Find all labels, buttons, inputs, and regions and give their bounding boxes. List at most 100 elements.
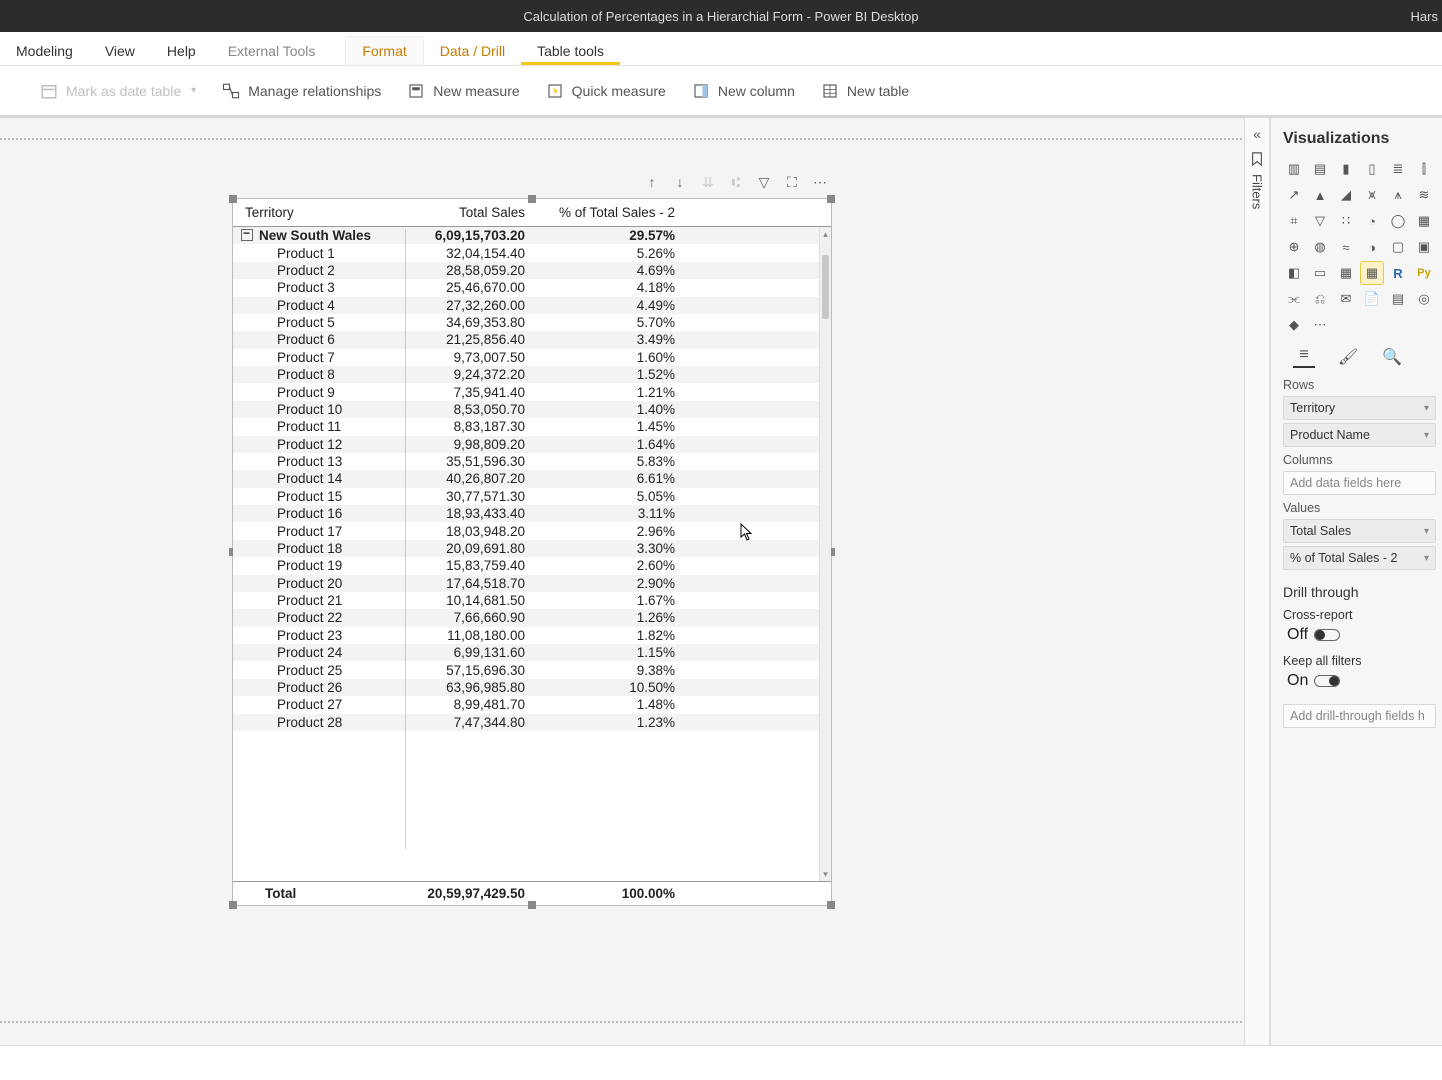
quick-measure-button[interactable]: Quick measure xyxy=(546,82,666,100)
table-row[interactable]: Product 1335,51,596.305.83% xyxy=(233,453,831,470)
treemap-icon[interactable]: ▦ xyxy=(1413,210,1435,232)
donut-icon[interactable]: ◯ xyxy=(1387,210,1409,232)
new-table-button[interactable]: New table xyxy=(821,82,909,100)
tab-help[interactable]: Help xyxy=(151,43,212,65)
pie-icon[interactable]: ◔ xyxy=(1361,210,1383,232)
table-row[interactable]: Product 1618,93,433.403.11% xyxy=(233,505,831,522)
area-icon[interactable]: ▲ xyxy=(1309,184,1331,206)
table-row[interactable]: Product 621,25,856.403.49% xyxy=(233,331,831,348)
matrix-group-row[interactable]: New South Wales 6,09,15,703.20 29.57% xyxy=(233,227,831,244)
table-row[interactable]: Product 227,66,660.901.26% xyxy=(233,609,831,626)
card-icon[interactable]: ▢ xyxy=(1387,236,1409,258)
tab-format[interactable]: Format xyxy=(345,36,423,65)
slicer-icon[interactable]: ▭ xyxy=(1309,262,1331,284)
powerapps-icon[interactable]: ◆ xyxy=(1283,314,1305,336)
filter-icon[interactable]: ▽ xyxy=(755,173,773,191)
table-row[interactable]: Product 129,98,809.201.64% xyxy=(233,436,831,453)
vertical-scrollbar[interactable]: ▴ ▾ xyxy=(819,227,831,881)
scroll-down-arrow[interactable]: ▾ xyxy=(820,867,831,881)
table-row[interactable]: Product 2110,14,681.501.67% xyxy=(233,592,831,609)
matrix-body[interactable]: New South Wales 6,09,15,703.20 29.57% Pr… xyxy=(233,227,831,881)
new-column-button[interactable]: New column xyxy=(692,82,795,100)
table-row[interactable]: Product 534,69,353.805.70% xyxy=(233,314,831,331)
qa-icon[interactable]: ✉ xyxy=(1335,288,1357,310)
waterfall-icon[interactable]: ⌗ xyxy=(1283,210,1305,232)
rows-field-product[interactable]: Product Name▾ xyxy=(1283,423,1436,447)
funnel-icon[interactable]: ▽ xyxy=(1309,210,1331,232)
stacked-area-icon[interactable]: ◢ xyxy=(1335,184,1357,206)
manage-relationships-button[interactable]: Manage relationships xyxy=(222,82,381,100)
tab-external-tools[interactable]: External Tools xyxy=(212,43,332,65)
focus-mode-icon[interactable]: ⛶ xyxy=(783,173,801,191)
ribbon-chart-icon[interactable]: ≋ xyxy=(1413,184,1435,206)
table-row[interactable]: Product 278,99,481.701.48% xyxy=(233,696,831,713)
line-icon[interactable]: ↗ xyxy=(1283,184,1305,206)
table-row[interactable]: Product 132,04,154.405.26% xyxy=(233,244,831,261)
table-row[interactable]: Product 2311,08,180.001.82% xyxy=(233,627,831,644)
scroll-thumb[interactable] xyxy=(822,255,829,319)
tab-view[interactable]: View xyxy=(89,43,151,65)
values-field-pct[interactable]: % of Total Sales - 2▾ xyxy=(1283,546,1436,570)
drill-down-icon[interactable]: ↓ xyxy=(671,173,689,191)
scroll-up-arrow[interactable]: ▴ xyxy=(820,227,831,241)
table-row[interactable]: Product 97,35,941.401.21% xyxy=(233,383,831,400)
header-territory[interactable]: Territory xyxy=(241,205,405,220)
table-row[interactable]: Product 2663,96,985.8010.50% xyxy=(233,679,831,696)
decomposition-icon[interactable]: ⎌ xyxy=(1309,288,1331,310)
header-pct[interactable]: % of Total Sales - 2 xyxy=(535,205,685,220)
table-row[interactable]: Product 1915,83,759.402.60% xyxy=(233,557,831,574)
filters-pane-collapsed[interactable]: « Filters xyxy=(1244,118,1270,1045)
collapse-icon[interactable] xyxy=(241,229,253,241)
kpi-icon[interactable]: ◧ xyxy=(1283,262,1305,284)
format-tab-icon[interactable]: 🖌 xyxy=(1337,346,1359,368)
drill-through-drop-zone[interactable]: Add drill-through fields h xyxy=(1283,704,1436,728)
header-total-sales[interactable]: Total Sales xyxy=(405,205,535,220)
table-row[interactable]: Product 118,83,187.301.45% xyxy=(233,418,831,435)
table-row[interactable]: Product 427,32,260.004.49% xyxy=(233,297,831,314)
paginated-icon[interactable]: ▤ xyxy=(1387,288,1409,310)
table-row[interactable]: Product 89,24,372.201.52% xyxy=(233,366,831,383)
table-row[interactable]: Product 1820,09,691.803.30% xyxy=(233,540,831,557)
table-row[interactable]: Product 325,46,670.004.18% xyxy=(233,279,831,296)
r-visual-icon[interactable]: R xyxy=(1387,262,1409,284)
clustered-column-icon[interactable]: ▯ xyxy=(1361,158,1383,180)
drill-up-icon[interactable]: ↑ xyxy=(643,173,661,191)
columns-drop-zone[interactable]: Add data fields here xyxy=(1283,471,1436,495)
matrix-visual[interactable]: ↑ ↓ ⇊ ⑆ ▽ ⛶ ⋯ Territory Total Sales % of… xyxy=(232,198,832,906)
stacked-column-icon[interactable]: ▮ xyxy=(1335,158,1357,180)
tab-data-drill[interactable]: Data / Drill xyxy=(424,43,521,65)
narrative-icon[interactable]: 📄 xyxy=(1361,288,1383,310)
new-measure-button[interactable]: New measure xyxy=(407,82,519,100)
cross-report-toggle[interactable]: Off xyxy=(1287,626,1340,644)
rows-field-territory[interactable]: Territory▾ xyxy=(1283,396,1436,420)
gauge-icon[interactable]: ◑ xyxy=(1361,236,1383,258)
fields-tab-icon[interactable]: ≡ xyxy=(1293,346,1315,368)
line-column-icon[interactable]: ⩙ xyxy=(1361,184,1383,206)
stacked-col100-icon[interactable]: ⫿ xyxy=(1413,158,1435,180)
analytics-tab-icon[interactable]: 🔍 xyxy=(1381,346,1403,368)
table-row[interactable]: Product 2557,15,696.309.38% xyxy=(233,661,831,678)
tab-modeling[interactable]: Modeling xyxy=(0,43,89,65)
table-row[interactable]: Product 2017,64,518.702.90% xyxy=(233,575,831,592)
get-more-icon[interactable]: ⋯ xyxy=(1309,314,1331,336)
stacked-bar-icon[interactable]: ▥ xyxy=(1283,158,1305,180)
python-visual-icon[interactable]: Py xyxy=(1413,262,1435,284)
stacked-bar100-icon[interactable]: ≣ xyxy=(1387,158,1409,180)
line-clustered-icon[interactable]: ⩚ xyxy=(1387,184,1409,206)
more-options-icon[interactable]: ⋯ xyxy=(811,173,829,191)
matrix-visual-icon[interactable]: ▦ xyxy=(1361,262,1383,284)
table-row[interactable]: Product 1530,77,571.305.05% xyxy=(233,488,831,505)
filled-map-icon[interactable]: ◍ xyxy=(1309,236,1331,258)
table-row[interactable]: Product 108,53,050.701.40% xyxy=(233,401,831,418)
expand-filters-icon[interactable]: « xyxy=(1253,126,1261,142)
multi-card-icon[interactable]: ▣ xyxy=(1413,236,1435,258)
values-field-total-sales[interactable]: Total Sales▾ xyxy=(1283,519,1436,543)
map-icon[interactable]: ⊕ xyxy=(1283,236,1305,258)
tab-table-tools[interactable]: Table tools xyxy=(521,43,620,65)
key-influencers-icon[interactable]: ⫘ xyxy=(1283,288,1305,310)
keep-filters-toggle[interactable]: On xyxy=(1287,672,1340,690)
table-row[interactable]: Product 1440,26,807.206.61% xyxy=(233,470,831,487)
clustered-bar-icon[interactable]: ▤ xyxy=(1309,158,1331,180)
table-row[interactable]: Product 79,73,007.501.60% xyxy=(233,349,831,366)
report-canvas[interactable]: ↑ ↓ ⇊ ⑆ ▽ ⛶ ⋯ Territory Total Sales % of… xyxy=(0,118,1270,1045)
